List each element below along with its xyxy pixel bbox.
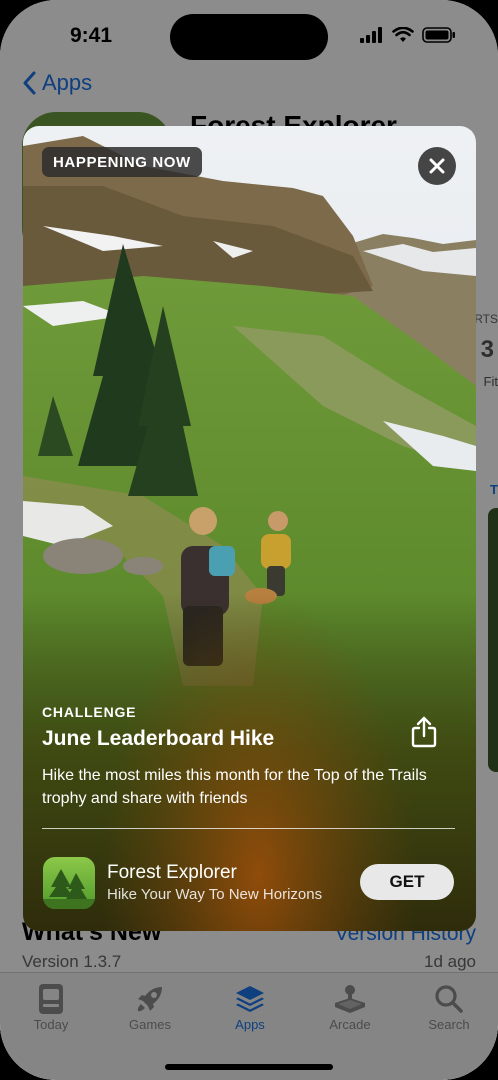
app-name: Forest Explorer [107, 862, 237, 883]
share-button[interactable] [410, 716, 438, 748]
event-card: HAPPENING NOW CHALLENGE June Leaderboard… [23, 126, 476, 931]
close-icon [429, 158, 445, 174]
app-subtitle: Hike Your Way To New Horizons [107, 886, 323, 903]
event-title: June Leaderboard Hike [42, 727, 275, 750]
mountain-hike-photo [23, 126, 476, 931]
pine-trees-icon [43, 857, 95, 909]
happening-now-badge: HAPPENING NOW [42, 147, 202, 177]
forest-app-icon[interactable] [43, 857, 95, 909]
card-divider [42, 828, 455, 829]
get-button[interactable]: GET [360, 864, 454, 900]
close-button[interactable] [418, 147, 456, 185]
phone-screen: 9:41 Apps RTS 3 Fit T What's New Version… [0, 0, 498, 1080]
share-icon [411, 716, 437, 748]
event-description: Hike the most miles this month for the T… [42, 767, 427, 807]
event-kicker: CHALLENGE [42, 704, 137, 720]
